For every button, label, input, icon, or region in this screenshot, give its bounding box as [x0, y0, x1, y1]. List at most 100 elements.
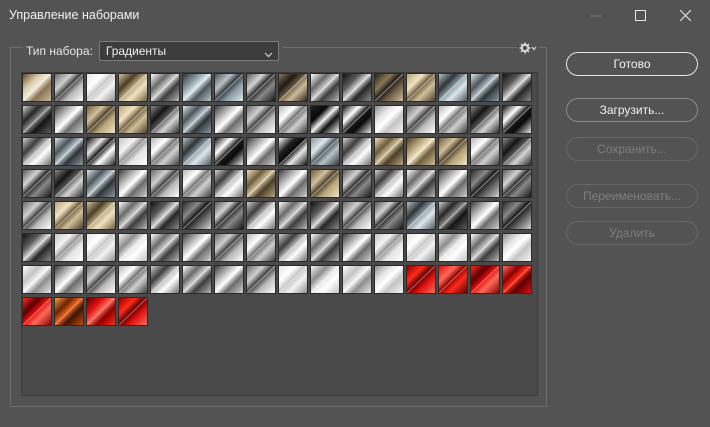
gradient-swatch[interactable] [54, 137, 84, 166]
gradient-swatch[interactable] [374, 73, 404, 102]
gradient-swatch[interactable] [86, 105, 116, 134]
gradient-swatch[interactable] [150, 265, 180, 294]
gradient-swatch[interactable] [246, 169, 276, 198]
gradient-swatch[interactable] [406, 201, 436, 230]
gradient-swatch[interactable] [86, 233, 116, 262]
gradient-swatch[interactable] [502, 201, 532, 230]
gradient-swatch[interactable] [182, 201, 212, 230]
load-button[interactable]: Загрузить... [566, 98, 698, 122]
gradient-swatch[interactable] [22, 233, 52, 262]
gradient-swatch[interactable] [342, 233, 372, 262]
gradient-swatch[interactable] [438, 105, 468, 134]
gradient-swatch[interactable] [118, 233, 148, 262]
gradient-swatch[interactable] [22, 201, 52, 230]
gradient-swatch[interactable] [502, 73, 532, 102]
gradient-swatch[interactable] [86, 169, 116, 198]
gradient-swatch[interactable] [150, 105, 180, 134]
gradient-swatch[interactable] [470, 169, 500, 198]
gradient-swatch[interactable] [438, 73, 468, 102]
gradient-swatch[interactable] [470, 265, 500, 294]
gradient-swatch[interactable] [118, 73, 148, 102]
gradient-swatch[interactable] [22, 73, 52, 102]
gradient-swatch[interactable] [54, 73, 84, 102]
gradient-swatch[interactable] [342, 105, 372, 134]
gradient-swatch[interactable] [54, 201, 84, 230]
gradient-swatch[interactable] [246, 73, 276, 102]
gradient-swatch[interactable] [86, 73, 116, 102]
gradient-swatch[interactable] [182, 105, 212, 134]
gradient-swatch[interactable] [86, 137, 116, 166]
gradient-swatch[interactable] [470, 233, 500, 262]
gradient-swatch[interactable] [22, 137, 52, 166]
gradient-swatch[interactable] [118, 105, 148, 134]
gradient-swatch[interactable] [86, 201, 116, 230]
gradient-swatch[interactable] [502, 169, 532, 198]
done-button[interactable]: Готово [566, 52, 698, 76]
gradient-swatch[interactable] [246, 201, 276, 230]
gradient-swatch[interactable] [246, 105, 276, 134]
gradient-swatch[interactable] [438, 169, 468, 198]
gradient-swatch[interactable] [278, 265, 308, 294]
gradient-swatch[interactable] [86, 265, 116, 294]
gradient-swatch[interactable] [86, 297, 116, 326]
gradient-swatch[interactable] [54, 233, 84, 262]
gradient-swatch[interactable] [374, 169, 404, 198]
gradient-swatch[interactable] [182, 137, 212, 166]
gradient-swatch[interactable] [374, 265, 404, 294]
gradient-swatch[interactable] [150, 169, 180, 198]
settings-menu-button[interactable] [517, 41, 539, 57]
gradient-swatch[interactable] [214, 201, 244, 230]
gradient-swatch[interactable] [54, 297, 84, 326]
gradient-swatch[interactable] [374, 201, 404, 230]
gradient-swatch[interactable] [502, 233, 532, 262]
gradient-swatch[interactable] [150, 233, 180, 262]
gradient-swatch[interactable] [470, 105, 500, 134]
gradient-swatch[interactable] [182, 265, 212, 294]
gradient-swatch[interactable] [150, 137, 180, 166]
gradient-swatch[interactable] [406, 137, 436, 166]
gradient-swatch[interactable] [470, 73, 500, 102]
gradient-swatch[interactable] [310, 105, 340, 134]
gradient-swatch[interactable] [278, 233, 308, 262]
gradient-swatch[interactable] [470, 201, 500, 230]
gradient-swatch[interactable] [278, 105, 308, 134]
gradient-swatch[interactable] [342, 265, 372, 294]
gradient-swatch[interactable] [246, 233, 276, 262]
gradient-swatch[interactable] [182, 233, 212, 262]
gradient-swatch[interactable] [22, 297, 52, 326]
gradient-swatch[interactable] [214, 265, 244, 294]
gradient-swatch[interactable] [406, 73, 436, 102]
gradient-swatch[interactable] [182, 169, 212, 198]
gradient-swatch[interactable] [406, 265, 436, 294]
gradient-swatch[interactable] [502, 265, 532, 294]
gradient-swatch[interactable] [246, 265, 276, 294]
gradient-swatch[interactable] [118, 265, 148, 294]
gradient-swatch[interactable] [150, 201, 180, 230]
gradient-swatch[interactable] [278, 137, 308, 166]
gradient-swatch[interactable] [406, 233, 436, 262]
gradient-swatch[interactable] [54, 265, 84, 294]
rename-button[interactable]: Переименовать... [566, 184, 698, 208]
set-type-select[interactable]: Градиенты [98, 41, 279, 61]
gradient-swatch[interactable] [502, 137, 532, 166]
gradient-swatch[interactable] [438, 201, 468, 230]
gradient-swatch[interactable] [342, 201, 372, 230]
gradient-swatch[interactable] [118, 201, 148, 230]
gradient-swatch[interactable] [182, 73, 212, 102]
gradient-swatch[interactable] [502, 105, 532, 134]
gradient-swatch[interactable] [310, 73, 340, 102]
gradient-swatch[interactable] [438, 137, 468, 166]
gradient-swatch[interactable] [438, 265, 468, 294]
gradient-swatch[interactable] [118, 297, 148, 326]
gradient-swatch[interactable] [118, 137, 148, 166]
gradient-swatch[interactable] [310, 137, 340, 166]
gradient-swatch[interactable] [374, 137, 404, 166]
gradient-swatch[interactable] [374, 105, 404, 134]
gradient-swatch[interactable] [438, 233, 468, 262]
gradient-swatch[interactable] [54, 105, 84, 134]
minimize-button[interactable] [573, 0, 618, 31]
gradient-swatch[interactable] [310, 265, 340, 294]
gradient-swatch[interactable] [278, 169, 308, 198]
gradient-swatch[interactable] [214, 105, 244, 134]
gradient-swatch[interactable] [246, 137, 276, 166]
